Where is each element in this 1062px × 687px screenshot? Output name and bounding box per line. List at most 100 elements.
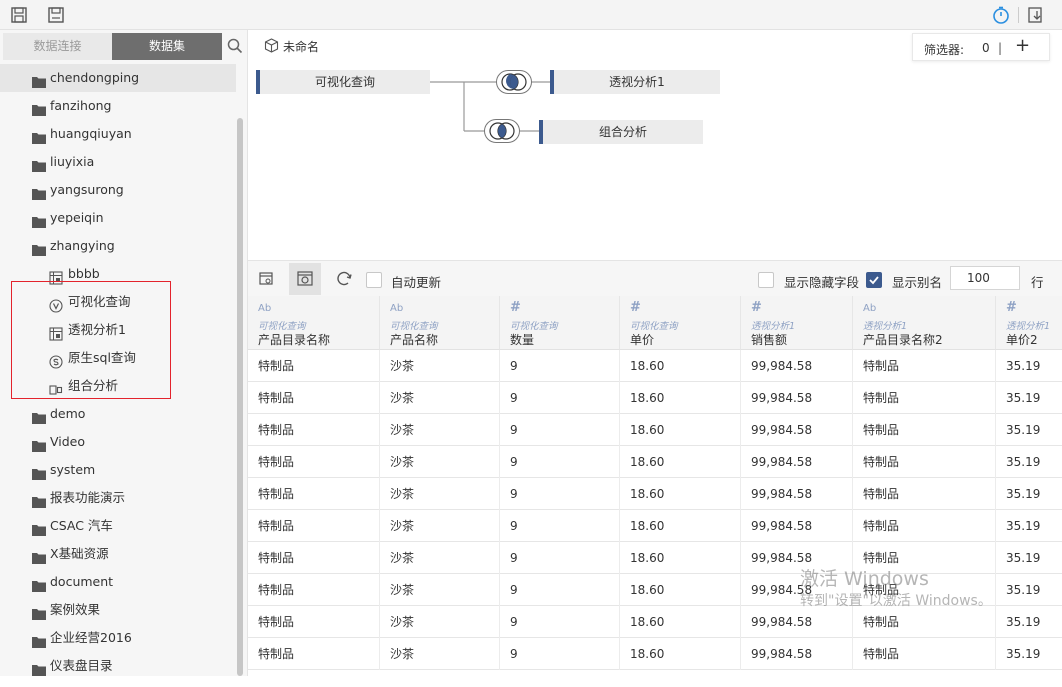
table-cell: 99,984.58	[741, 350, 853, 382]
number-type-icon: #	[1006, 300, 1017, 315]
table-cell: 9	[500, 606, 620, 638]
settings-icon[interactable]	[250, 263, 282, 295]
tree-item[interactable]: 报表功能演示	[0, 484, 236, 512]
column-header[interactable]: # 透视分析1 销售额	[741, 296, 853, 350]
column-header[interactable]: # 可视化查询 单价	[620, 296, 741, 350]
column-name: 单价	[630, 333, 655, 347]
tree-item[interactable]: zhangying	[0, 232, 236, 260]
tree-item[interactable]: yangsurong	[0, 176, 236, 204]
column-source: 透视分析1	[751, 321, 796, 332]
column-name: 数量	[510, 333, 535, 347]
tree-scrollbar[interactable]	[237, 118, 243, 676]
tree-item[interactable]: huangqiuyan	[0, 120, 236, 148]
rows-input[interactable]: 100	[950, 266, 1020, 290]
tree-item[interactable]: document	[0, 568, 236, 596]
join-icon-pivot[interactable]	[496, 70, 532, 97]
table-cell: 18.60	[620, 638, 741, 670]
join-icon-combo[interactable]	[484, 119, 520, 146]
refresh-icon[interactable]	[328, 263, 360, 295]
add-filter-button[interactable]: +	[1015, 37, 1030, 55]
save-icon[interactable]	[9, 5, 29, 25]
table-row[interactable]: 特制品 沙茶 9 18.60 99,984.58 特制品 35.19	[248, 510, 1062, 542]
table-cell: 35.19	[996, 606, 1062, 638]
table-cell: 35.19	[996, 446, 1062, 478]
tree-item[interactable]: 案例效果	[0, 596, 236, 624]
tree-item[interactable]: demo	[0, 400, 236, 428]
tree-item[interactable]: chendongping	[0, 64, 236, 92]
table-cell: 特制品	[853, 606, 996, 638]
table-row[interactable]: 特制品 沙茶 9 18.60 99,984.58 特制品 35.19	[248, 350, 1062, 382]
table-cell: 99,984.58	[741, 478, 853, 510]
table-row[interactable]: 特制品 沙茶 9 18.60 99,984.58 特制品 35.19	[248, 446, 1062, 478]
tree-item-label: yangsurong	[50, 182, 124, 197]
tree-item[interactable]: liuyixia	[0, 148, 236, 176]
tree-item[interactable]: Video	[0, 428, 236, 456]
tree-item[interactable]: yepeiqin	[0, 204, 236, 232]
tab-data-connection[interactable]: 数据连接	[3, 33, 112, 60]
table-cell: 18.60	[620, 414, 741, 446]
top-toolbar	[0, 0, 1062, 30]
table-cell: 35.19	[996, 638, 1062, 670]
table-cell: 特制品	[248, 510, 380, 542]
tree-item-label: document	[50, 574, 114, 589]
column-header[interactable]: Ab 可视化查询 产品目录名称	[248, 296, 380, 350]
table-row[interactable]: 特制品 沙茶 9 18.60 99,984.58 特制品 35.19	[248, 414, 1062, 446]
search-icon[interactable]	[227, 38, 243, 57]
column-header[interactable]: # 透视分析1 单价2	[996, 296, 1062, 350]
left-panel: 数据连接 数据集 chendongping fanzihong huangqiuya…	[0, 30, 248, 676]
table-row[interactable]: 特制品 沙茶 9 18.60 99,984.58 特制品 35.19	[248, 542, 1062, 574]
column-source: 可视化查询	[630, 321, 678, 332]
table-cell: 35.19	[996, 574, 1062, 606]
table-cell: 99,984.58	[741, 638, 853, 670]
check-icon	[869, 276, 879, 285]
tree-item[interactable]: CSAC 汽车	[0, 512, 236, 540]
column-source: 可视化查询	[510, 321, 558, 332]
table-row[interactable]: 特制品 沙茶 9 18.60 99,984.58 特制品 35.19	[248, 606, 1062, 638]
table-cell: 9	[500, 414, 620, 446]
table-row[interactable]: 特制品 沙茶 9 18.60 99,984.58 特制品 35.19	[248, 478, 1062, 510]
flow-node-source[interactable]: 可视化查询	[256, 70, 430, 94]
column-name: 销售额	[751, 333, 788, 347]
table-cell: 9	[500, 510, 620, 542]
tree-item[interactable]: fanzihong	[0, 92, 236, 120]
table-cell: 9	[500, 574, 620, 606]
flow-node-pivot[interactable]: 透视分析1	[550, 70, 720, 94]
auto-update-checkbox[interactable]	[366, 272, 382, 288]
flow-node-combo[interactable]: 组合分析	[539, 120, 703, 144]
highlight-box	[11, 281, 171, 399]
table-cell: 35.19	[996, 350, 1062, 382]
table-cell: 沙茶	[380, 574, 500, 606]
table-cell: 沙茶	[380, 446, 500, 478]
tree-item[interactable]: system	[0, 456, 236, 484]
column-header[interactable]: # 可视化查询 数量	[500, 296, 620, 350]
table-cell: 特制品	[853, 638, 996, 670]
table-row[interactable]: 特制品 沙茶 9 18.60 99,984.58 特制品 35.19	[248, 382, 1062, 414]
table-cell: 沙茶	[380, 542, 500, 574]
filter-separator: |	[998, 41, 1003, 55]
table-cell: 特制品	[853, 414, 996, 446]
grid-toolbar: 自动更新 显示隐藏字段 显示别名 100 行	[248, 260, 1062, 296]
tree-item[interactable]: X基础资源	[0, 540, 236, 568]
table-cell: 特制品	[248, 606, 380, 638]
save-as-icon[interactable]	[46, 5, 66, 25]
table-cell: 18.60	[620, 350, 741, 382]
column-source: 透视分析1	[863, 321, 908, 332]
show-alias-checkbox[interactable]	[866, 272, 882, 288]
table-cell: 18.60	[620, 606, 741, 638]
column-header[interactable]: Ab 透视分析1 产品目录名称2	[853, 296, 996, 350]
tree-item[interactable]: 企业经营2016	[0, 624, 236, 652]
timer-icon[interactable]	[991, 5, 1011, 25]
table-cell: 特制品	[853, 478, 996, 510]
show-hidden-checkbox[interactable]	[758, 272, 774, 288]
tree-item-label: fanzihong	[50, 98, 112, 113]
table-row[interactable]: 特制品 沙茶 9 18.60 99,984.58 特制品 35.19	[248, 638, 1062, 670]
table-cell: 18.60	[620, 542, 741, 574]
tab-dataset[interactable]: 数据集	[112, 33, 222, 60]
preview-icon[interactable]	[289, 263, 321, 295]
export-icon[interactable]	[1026, 5, 1046, 25]
column-header[interactable]: Ab 可视化查询 产品名称	[380, 296, 500, 350]
table-cell: 35.19	[996, 382, 1062, 414]
flow-diagram: 可视化查询 透视分析1 组合分析	[248, 66, 1062, 260]
tree-item-label: 报表功能演示	[50, 490, 126, 505]
table-cell: 特制品	[248, 478, 380, 510]
